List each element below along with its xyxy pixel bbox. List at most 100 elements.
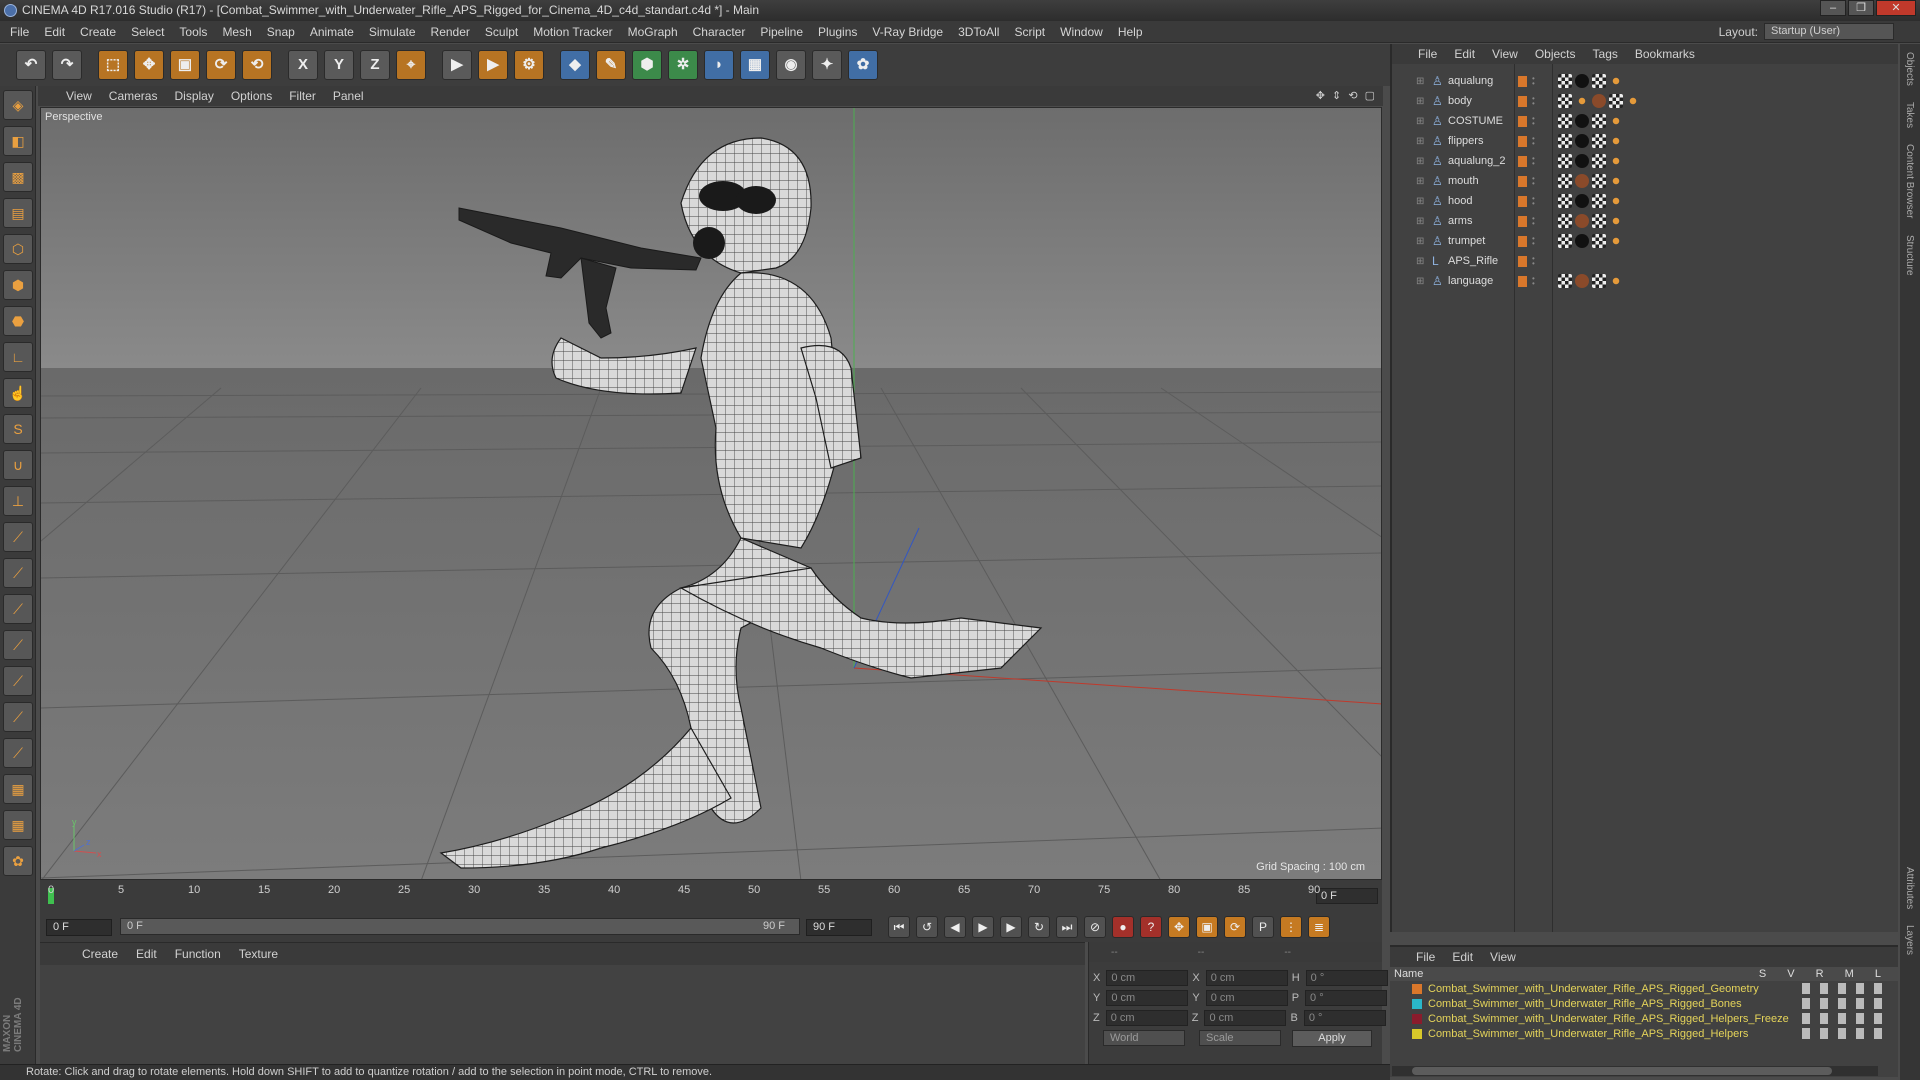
side-tab-objects[interactable]: Objects bbox=[1904, 52, 1915, 86]
ik-tag-icon[interactable] bbox=[1609, 274, 1623, 288]
start-frame-field[interactable]: 0 F bbox=[46, 918, 112, 936]
object-row-flippers[interactable]: ⊞ ♙ flippers • • bbox=[1392, 131, 1900, 151]
layer-color-swatch[interactable] bbox=[1518, 175, 1527, 187]
viewport-menu-options[interactable]: Options bbox=[231, 89, 272, 103]
object-name[interactable]: aqualung_2 bbox=[1448, 155, 1506, 167]
menu-plugins[interactable]: Plugins bbox=[818, 25, 857, 39]
object-row-aqualung[interactable]: ⊞ ♙ aqualung • • bbox=[1392, 71, 1900, 91]
object-row-mouth[interactable]: ⊞ ♙ mouth • • bbox=[1392, 171, 1900, 191]
material-tag-icon[interactable] bbox=[1575, 194, 1589, 208]
pen-spline-icon[interactable]: ✎ bbox=[596, 50, 626, 80]
auto-key-icon[interactable]: ? bbox=[1140, 916, 1162, 938]
object-name[interactable]: COSTUME bbox=[1448, 115, 1503, 127]
texture-tag-icon[interactable] bbox=[1558, 274, 1572, 288]
material-tag-icon[interactable] bbox=[1575, 234, 1589, 248]
brush-3-icon[interactable]: ⟋ bbox=[3, 594, 33, 624]
expand-icon[interactable]: ⊞ bbox=[1416, 196, 1424, 207]
texture-tag-icon[interactable] bbox=[1592, 154, 1606, 168]
layer-flag-icons[interactable] bbox=[1802, 1028, 1886, 1039]
size-field[interactable]: 0 cm bbox=[1204, 1010, 1287, 1026]
record-off-icon[interactable]: ⊘ bbox=[1084, 916, 1106, 938]
end-frame-field[interactable]: 90 F bbox=[806, 918, 872, 936]
object-name[interactable]: aqualung bbox=[1448, 75, 1493, 87]
object-row-language[interactable]: ⊞ ♙ language • • bbox=[1392, 271, 1900, 291]
points-mode-icon[interactable]: ⬡ bbox=[3, 234, 33, 264]
model-mode-icon[interactable]: ◈ bbox=[3, 90, 33, 120]
menu-pipeline[interactable]: Pipeline bbox=[760, 25, 803, 39]
material-tag-icon[interactable] bbox=[1575, 134, 1589, 148]
viewport-menu-filter[interactable]: Filter bbox=[289, 89, 316, 103]
menu-3dtoall[interactable]: 3DToAll bbox=[958, 25, 999, 39]
object-menu-objects[interactable]: Objects bbox=[1535, 47, 1576, 61]
layer-color-swatch[interactable] bbox=[1518, 95, 1527, 107]
x-axis-icon[interactable]: X bbox=[288, 50, 318, 80]
layer-flag-icons[interactable] bbox=[1802, 1013, 1886, 1024]
ik-tag-icon[interactable] bbox=[1609, 74, 1623, 88]
array-icon[interactable]: ✲ bbox=[668, 50, 698, 80]
minimize-button[interactable]: – bbox=[1820, 0, 1846, 16]
side-tab-attributes[interactable]: Attributes bbox=[1904, 867, 1915, 909]
ik-tag-icon[interactable] bbox=[1609, 154, 1623, 168]
magnet-icon[interactable]: ∪ bbox=[3, 450, 33, 480]
menu-mograph[interactable]: MoGraph bbox=[628, 25, 678, 39]
texture-tag-icon[interactable] bbox=[1558, 174, 1572, 188]
menu-v-ray-bridge[interactable]: V-Ray Bridge bbox=[872, 25, 943, 39]
layer-flag-icons[interactable] bbox=[1802, 998, 1886, 1009]
brush-1-icon[interactable]: ⟋ bbox=[3, 522, 33, 552]
object-menu-bookmarks[interactable]: Bookmarks bbox=[1635, 47, 1695, 61]
scale-icon[interactable]: ▣ bbox=[170, 50, 200, 80]
viewport-menu-cameras[interactable]: Cameras bbox=[109, 89, 158, 103]
z-axis-icon[interactable]: Z bbox=[360, 50, 390, 80]
object-name[interactable]: body bbox=[1448, 95, 1472, 107]
layer-name[interactable]: Combat_Swimmer_with_Underwater_Rifle_APS… bbox=[1428, 998, 1742, 1010]
object-row-aps-rifle[interactable]: ⊞ L APS_Rifle • • bbox=[1392, 251, 1900, 271]
expand-icon[interactable]: ⊞ bbox=[1416, 136, 1424, 147]
edges-mode-icon[interactable]: ⬢ bbox=[3, 270, 33, 300]
texture-tag-icon[interactable] bbox=[1558, 234, 1572, 248]
go-to-end-icon[interactable]: ⏭ bbox=[1056, 916, 1078, 938]
expand-icon[interactable]: ⊞ bbox=[1416, 176, 1424, 187]
render-settings-icon[interactable]: ⚙ bbox=[514, 50, 544, 80]
visibility-dots[interactable]: • • bbox=[1532, 255, 1535, 268]
undo-icon[interactable]: ↶ bbox=[16, 50, 46, 80]
menu-create[interactable]: Create bbox=[80, 25, 116, 39]
live-selection-icon[interactable]: ⬚ bbox=[98, 50, 128, 80]
ik-tag-icon[interactable] bbox=[1626, 94, 1640, 108]
object-name[interactable]: flippers bbox=[1448, 135, 1483, 147]
deformer-icon[interactable]: ◗ bbox=[704, 50, 734, 80]
visibility-dots[interactable]: • • bbox=[1532, 275, 1535, 288]
texture-tag-icon[interactable] bbox=[1558, 214, 1572, 228]
object-row-body[interactable]: ⊞ ♙ body • • bbox=[1392, 91, 1900, 111]
coordinate-mode-dropdown[interactable]: World bbox=[1103, 1030, 1185, 1046]
layer-color-swatch[interactable] bbox=[1518, 275, 1527, 287]
layer-lock-icon[interactable]: ▦ bbox=[3, 810, 33, 840]
menu-character[interactable]: Character bbox=[693, 25, 746, 39]
axis-mode-icon[interactable]: ∟ bbox=[3, 342, 33, 372]
move-icon[interactable]: ✥ bbox=[134, 50, 164, 80]
layer-color-swatch[interactable] bbox=[1518, 155, 1527, 167]
close-button[interactable]: ✕ bbox=[1876, 0, 1916, 16]
size-field[interactable]: 0 cm bbox=[1205, 990, 1288, 1006]
expand-icon[interactable]: ⊞ bbox=[1416, 116, 1424, 127]
menu-snap[interactable]: Snap bbox=[267, 25, 295, 39]
object-row-aqualung-2[interactable]: ⊞ ♙ aqualung_2 • • bbox=[1392, 151, 1900, 171]
next-key-icon[interactable]: ↻ bbox=[1028, 916, 1050, 938]
previous-key-icon[interactable]: ↺ bbox=[916, 916, 938, 938]
material-menu-create[interactable]: Create bbox=[82, 947, 118, 961]
menu-simulate[interactable]: Simulate bbox=[369, 25, 416, 39]
menu-sculpt[interactable]: Sculpt bbox=[485, 25, 518, 39]
redo-icon[interactable]: ↷ bbox=[52, 50, 82, 80]
brush-2-icon[interactable]: ⟋ bbox=[3, 558, 33, 588]
expand-icon[interactable]: ⊞ bbox=[1416, 156, 1424, 167]
brush-4-icon[interactable]: ⟋ bbox=[3, 630, 33, 660]
object-row-hood[interactable]: ⊞ ♙ hood • • bbox=[1392, 191, 1900, 211]
rotation-field[interactable]: 0 ° bbox=[1303, 1010, 1386, 1026]
object-menu-view[interactable]: View bbox=[1492, 47, 1518, 61]
expand-icon[interactable]: ⊞ bbox=[1416, 216, 1424, 227]
texture-tag-icon[interactable] bbox=[1609, 94, 1623, 108]
visibility-dots[interactable]: • • bbox=[1532, 195, 1535, 208]
cube-icon[interactable]: ◆ bbox=[560, 50, 590, 80]
material-tag-icon[interactable] bbox=[1575, 154, 1589, 168]
texture-tag-icon[interactable] bbox=[1558, 94, 1572, 108]
material-tag-icon[interactable] bbox=[1575, 214, 1589, 228]
